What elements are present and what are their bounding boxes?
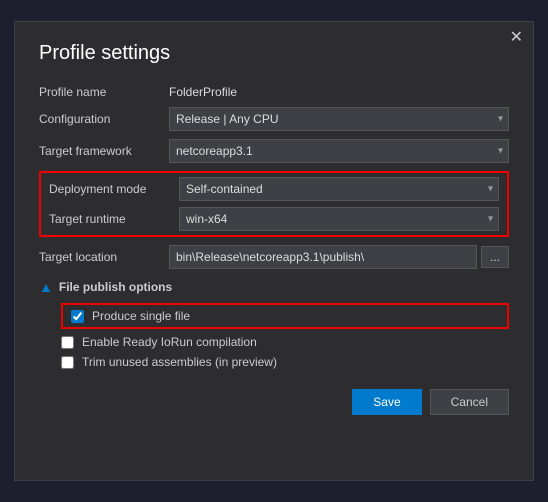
produce-single-file-label: Produce single file <box>92 309 190 323</box>
configuration-select[interactable]: Release | Any CPU <box>169 107 509 131</box>
dialog-footer: Save Cancel <box>39 389 509 415</box>
trim-unused-assemblies-checkbox[interactable] <box>61 356 74 369</box>
file-publish-label: File publish options <box>59 280 172 294</box>
target-runtime-select-wrapper: win-x64 ▾ <box>179 207 499 231</box>
profile-name-value: FolderProfile <box>169 85 509 99</box>
target-framework-select-wrapper: netcoreapp3.1 ▾ <box>169 139 509 163</box>
deployment-mode-row: Deployment mode Self-contained ▾ <box>49 177 499 201</box>
deployment-mode-select[interactable]: Self-contained <box>179 177 499 201</box>
produce-single-file-checkbox[interactable] <box>71 310 84 323</box>
browse-button[interactable]: ... <box>481 246 509 268</box>
file-publish-options: Produce single file Enable Ready IoRun c… <box>39 303 509 369</box>
dialog-title: Profile settings <box>39 42 509 65</box>
profile-name-row: Profile name FolderProfile <box>39 85 509 99</box>
target-location-input[interactable] <box>169 245 477 269</box>
trim-unused-assemblies-row: Trim unused assemblies (in preview) <box>61 355 509 369</box>
target-location-row: Target location ... <box>39 245 509 269</box>
enable-ready-iorun-label: Enable Ready IoRun compilation <box>82 335 257 349</box>
target-location-label: Target location <box>39 250 169 264</box>
deployment-highlight-box: Deployment mode Self-contained ▾ Target … <box>39 171 509 237</box>
configuration-label: Configuration <box>39 112 169 126</box>
save-button[interactable]: Save <box>352 389 421 415</box>
trim-unused-assemblies-label: Trim unused assemblies (in preview) <box>82 355 277 369</box>
profile-name-label: Profile name <box>39 85 169 99</box>
deployment-mode-select-wrapper: Self-contained ▾ <box>179 177 499 201</box>
file-publish-section: ▲ File publish options Produce single fi… <box>39 279 509 369</box>
target-runtime-select[interactable]: win-x64 <box>179 207 499 231</box>
file-publish-header[interactable]: ▲ File publish options <box>39 279 509 295</box>
target-framework-row: Target framework netcoreapp3.1 ▾ <box>39 139 509 163</box>
close-button[interactable]: ✕ <box>510 30 523 46</box>
produce-single-file-row: Produce single file <box>61 303 509 329</box>
profile-settings-dialog: ✕ Profile settings Profile name FolderPr… <box>14 21 534 481</box>
target-runtime-label: Target runtime <box>49 212 179 226</box>
target-runtime-row: Target runtime win-x64 ▾ <box>49 207 499 231</box>
enable-ready-iorun-row: Enable Ready IoRun compilation <box>61 335 509 349</box>
file-publish-expand-icon: ▲ <box>39 279 53 295</box>
enable-ready-iorun-checkbox[interactable] <box>61 336 74 349</box>
deployment-mode-label: Deployment mode <box>49 182 179 196</box>
configuration-select-wrapper: Release | Any CPU ▾ <box>169 107 509 131</box>
cancel-button[interactable]: Cancel <box>430 389 509 415</box>
target-framework-select[interactable]: netcoreapp3.1 <box>169 139 509 163</box>
configuration-row: Configuration Release | Any CPU ▾ <box>39 107 509 131</box>
target-framework-label: Target framework <box>39 144 169 158</box>
